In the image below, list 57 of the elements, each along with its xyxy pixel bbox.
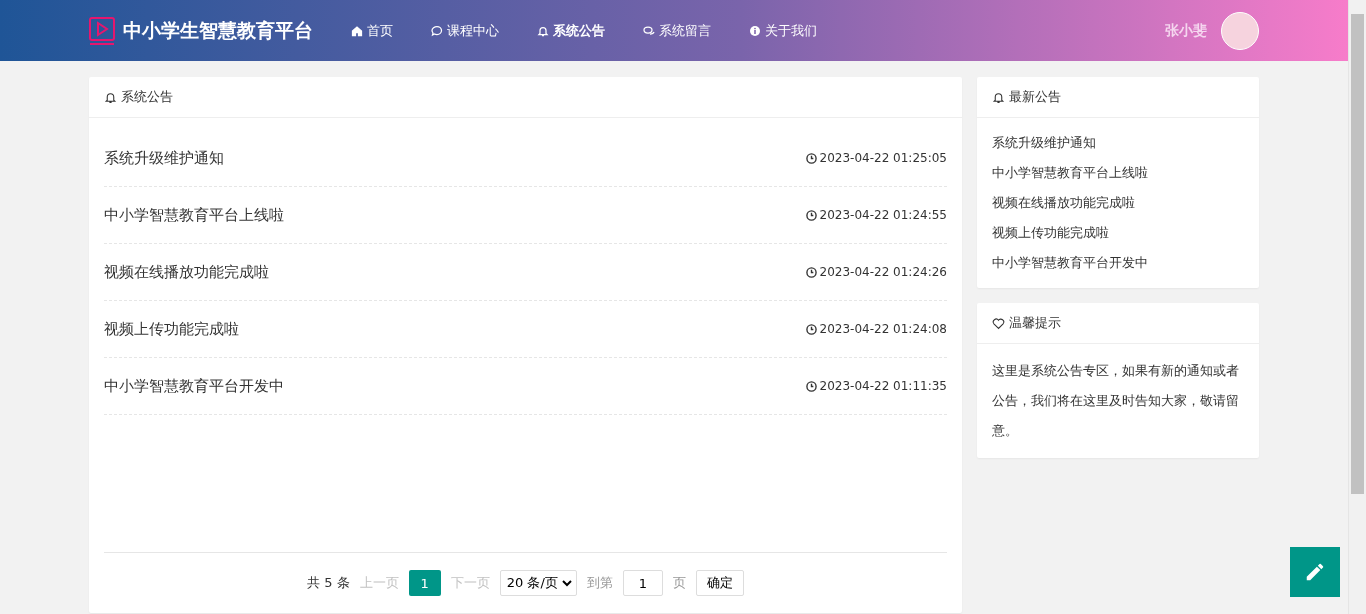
tips-text: 这里是系统公告专区，如果有新的通知或者公告，我们将在这里及时告知大家，敬请留意。: [991, 362, 1240, 440]
total-count: 共 5 条: [307, 574, 350, 592]
card-title: 温馨提示: [1009, 314, 1061, 332]
notice-title[interactable]: 视频上传功能完成啦: [104, 319, 239, 339]
bell-icon: [104, 90, 117, 104]
clock-icon: [805, 152, 817, 164]
nav-label: 首页: [367, 21, 393, 40]
nav-link[interactable]: 关于我们: [749, 21, 817, 40]
brand-title: 中小学生智慧教育平台: [123, 17, 313, 43]
page-input[interactable]: 1: [622, 570, 663, 596]
nav-label: 系统留言: [659, 21, 711, 40]
goto-label: 到第: [586, 574, 613, 592]
notice-title[interactable]: 系统升级维护通知: [104, 148, 224, 168]
info-icon: [749, 24, 761, 37]
clock-icon: [805, 209, 817, 221]
latest-notice-link[interactable]: 中小学智慧教育平台上线啦: [992, 158, 1244, 188]
nav-link[interactable]: 首页: [351, 21, 393, 40]
notice-title[interactable]: 视频在线播放功能完成啦: [104, 262, 269, 282]
nav-link[interactable]: 课程中心: [431, 21, 499, 40]
page-number[interactable]: 1: [408, 570, 441, 596]
clock-icon: [805, 380, 817, 392]
card-title: 系统公告: [121, 88, 173, 106]
clock-icon: [805, 323, 817, 335]
clock-icon: [805, 266, 817, 278]
notice-time: 2023-04-22 01:24:26: [819, 265, 947, 279]
edit-button[interactable]: [1290, 547, 1340, 597]
latest-notice-link[interactable]: 系统升级维护通知: [992, 128, 1244, 158]
notice-time: 2023-04-22 01:25:05: [819, 151, 947, 165]
heart-icon: [992, 316, 1005, 330]
scrollbar-thumb[interactable]: [1351, 14, 1364, 494]
confirm-button[interactable]: 确定: [695, 570, 744, 596]
pencil-icon: [1304, 561, 1326, 583]
page-unit-label: 页: [672, 574, 686, 592]
caret-icon: [561, 579, 572, 587]
notice-time: 2023-04-22 01:11:35: [819, 379, 947, 393]
nav-link[interactable]: 系统留言: [643, 21, 711, 40]
notice-time: 2023-04-22 01:24:55: [819, 208, 947, 222]
chat-bubbles-icon: [643, 24, 655, 37]
page-size-select[interactable]: 20 条/页: [499, 570, 577, 596]
nav-label: 课程中心: [447, 21, 499, 40]
latest-notice-link[interactable]: 视频上传功能完成啦: [992, 218, 1244, 248]
nav-link[interactable]: 系统公告: [537, 21, 605, 40]
nav-label: 关于我们: [765, 21, 817, 40]
play-logo-icon: [89, 16, 115, 45]
nav-label: 系统公告: [553, 21, 605, 40]
scrollbar[interactable]: [1348, 0, 1366, 614]
chat-bubble-icon: [431, 24, 443, 37]
user-avatar[interactable]: [1221, 11, 1259, 50]
latest-notice-link[interactable]: 视频在线播放功能完成啦: [992, 188, 1244, 218]
notice-title[interactable]: 中小学智慧教育平台上线啦: [104, 205, 284, 225]
latest-notice-link[interactable]: 中小学智慧教育平台开发中: [992, 248, 1244, 278]
notice-time: 2023-04-22 01:24:08: [819, 322, 947, 336]
bell-icon: [992, 90, 1005, 104]
bell-icon: [537, 24, 549, 37]
notice-title[interactable]: 中小学智慧教育平台开发中: [104, 376, 284, 396]
home-icon: [351, 24, 363, 37]
card-title: 最新公告: [1009, 88, 1061, 106]
